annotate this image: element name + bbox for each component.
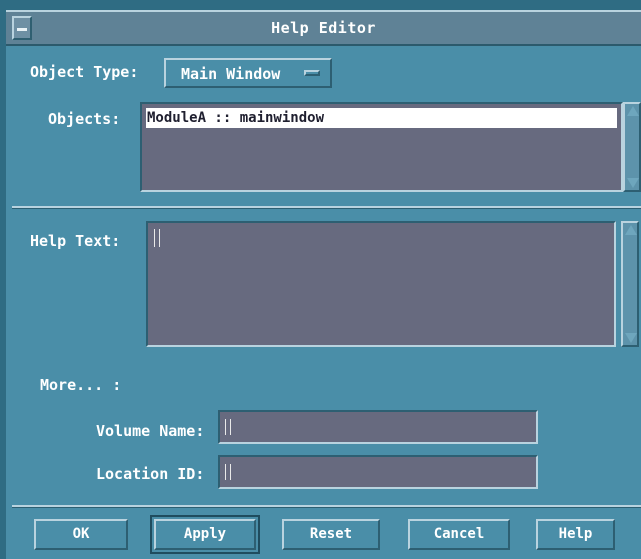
reset-button[interactable]: Reset (282, 519, 380, 550)
text-cursor-icon (225, 419, 231, 435)
scroll-down-icon[interactable] (625, 333, 637, 343)
help-text-scrollbar[interactable] (621, 221, 639, 347)
help-text-area[interactable] (146, 221, 616, 347)
window-title: Help Editor (271, 19, 376, 37)
objects-list[interactable]: ModuleA :: mainwindow (140, 102, 623, 192)
help-text-label: Help Text: (30, 232, 121, 250)
help-button[interactable]: Help (536, 519, 615, 550)
objects-scrollbar[interactable] (623, 102, 641, 192)
more-label: More... : (40, 376, 122, 394)
section-divider (12, 206, 641, 209)
dropdown-indicator-icon (304, 70, 320, 76)
list-item[interactable]: ModuleA :: mainwindow (146, 108, 617, 128)
help-editor-window: Help Editor Object Type: Main Window Obj… (0, 0, 641, 559)
object-type-dropdown[interactable]: Main Window (164, 58, 332, 88)
window-left-border (0, 10, 6, 559)
object-type-value: Main Window (181, 65, 281, 83)
apply-button[interactable]: Apply (150, 515, 260, 554)
volume-name-label: Volume Name: (96, 422, 205, 440)
titlebar[interactable]: Help Editor (6, 10, 641, 46)
text-cursor-icon (154, 229, 160, 247)
ok-button[interactable]: OK (34, 519, 128, 550)
location-id-field[interactable] (218, 455, 538, 489)
scroll-down-icon[interactable] (627, 178, 639, 188)
objects-label: Objects: (48, 110, 121, 128)
scroll-up-icon[interactable] (627, 106, 639, 116)
location-id-label: Location ID: (96, 465, 205, 483)
text-cursor-icon (225, 464, 231, 480)
button-divider (12, 505, 641, 508)
scroll-up-icon[interactable] (625, 225, 637, 235)
window-top-border (0, 0, 641, 10)
object-type-label: Object Type: (30, 63, 139, 81)
volume-name-field[interactable] (218, 410, 538, 444)
cancel-button[interactable]: Cancel (408, 519, 510, 550)
